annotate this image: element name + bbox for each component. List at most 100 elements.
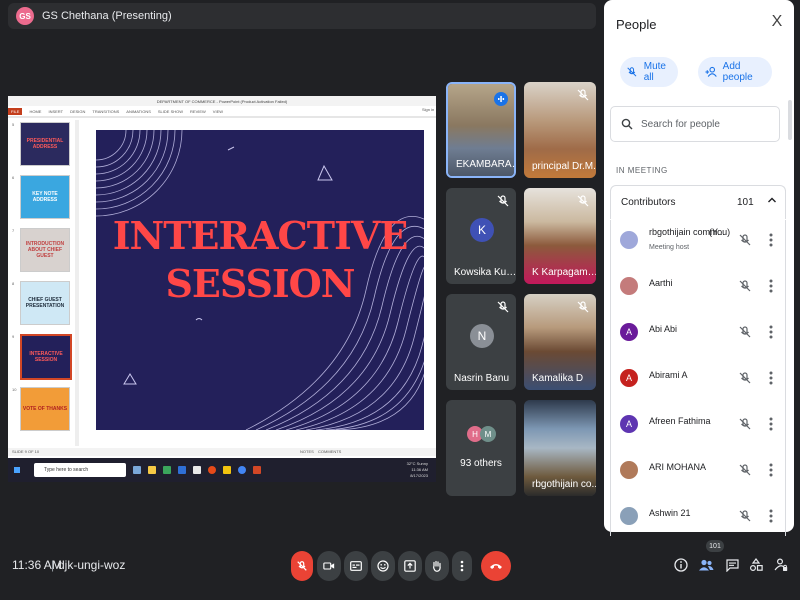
participant-tile[interactable]: Kamalika D xyxy=(524,294,596,390)
panel-scrollbar[interactable] xyxy=(788,100,792,140)
slide-title-line-1: INTERACTIVE xyxy=(112,213,409,258)
participant-tile[interactable]: N Nasrin Banu xyxy=(446,294,516,390)
people-panel: People X Mute all Add people Search for … xyxy=(604,0,794,536)
host-controls-button[interactable] xyxy=(772,556,790,574)
you-label: (You) xyxy=(709,227,731,237)
participant-name: Aarthi xyxy=(649,278,673,288)
close-icon[interactable]: X xyxy=(770,14,784,30)
thumbnail-number: 8 xyxy=(12,281,15,286)
mic-off-icon[interactable] xyxy=(738,509,752,523)
more-vertical-icon[interactable] xyxy=(764,369,778,387)
add-person-icon xyxy=(705,66,717,77)
slide-title-line-2: SESSION xyxy=(165,261,355,306)
ppt-notes-button: NOTES xyxy=(300,449,314,454)
raise-hand-button[interactable] xyxy=(425,551,449,581)
search-people-input[interactable]: Search for people xyxy=(610,106,780,142)
presenter-bar: GS GS Chethana (Presenting) xyxy=(8,3,596,29)
file-explorer-icon xyxy=(148,466,156,474)
ppt-comments-button: COMMENTS xyxy=(318,449,342,454)
ppt-ribbon-tab: VIEW xyxy=(212,108,224,114)
mic-off-icon[interactable] xyxy=(738,463,752,477)
participant-tile[interactable]: K Kowsika Kuma... xyxy=(446,188,516,284)
contributors-group-header[interactable]: Contributors 101 xyxy=(610,185,786,219)
mic-off-icon[interactable] xyxy=(738,325,752,339)
contributors-count: 101 xyxy=(737,197,754,208)
more-vertical-icon[interactable] xyxy=(764,415,778,433)
participant-row[interactable]: ARI MOHANA xyxy=(610,450,786,496)
more-vertical-icon[interactable] xyxy=(764,323,778,341)
mic-off-icon[interactable] xyxy=(738,371,752,385)
captions-button[interactable] xyxy=(344,551,368,581)
mic-off-icon[interactable] xyxy=(738,279,752,293)
more-vertical-icon[interactable] xyxy=(764,461,778,479)
camera-toggle-button[interactable] xyxy=(317,551,341,581)
mic-off-icon xyxy=(577,301,589,313)
people-button[interactable] xyxy=(697,556,715,574)
activities-icon xyxy=(749,558,763,572)
ppt-thumbnail-pane: 5 PRESIDENTIAL ADDRESS 6 KEY NOTE ADDRESS 7 I… xyxy=(12,120,74,446)
participant-name: Ashwin 21 xyxy=(649,508,691,518)
mic-off-icon[interactable] xyxy=(738,233,752,247)
participant-avatar xyxy=(620,277,638,295)
participant-row[interactable]: A Abirami A xyxy=(610,358,786,404)
mic-off-icon[interactable] xyxy=(738,417,752,431)
chat-icon xyxy=(725,558,739,572)
more-vertical-icon[interactable] xyxy=(764,231,778,249)
captions-icon xyxy=(350,561,362,571)
ppt-ribbon-tab: FILE xyxy=(8,107,23,115)
ppt-ribbon-tab: HOME xyxy=(29,108,42,114)
participant-tile[interactable]: rbgothijain co... xyxy=(524,400,596,496)
meeting-info-button[interactable] xyxy=(672,556,690,574)
participant-avatar: A xyxy=(620,323,638,341)
chevron-up-icon xyxy=(768,197,776,203)
chat-button[interactable] xyxy=(723,556,741,574)
ppt-slide-counter: SLIDE 9 OF 10 xyxy=(12,449,40,454)
mic-off-icon xyxy=(497,301,509,313)
participant-row[interactable]: rbgothijain comm... (You) Meeting host xyxy=(610,220,786,266)
present-button[interactable] xyxy=(398,551,422,581)
more-options-button[interactable] xyxy=(452,551,472,581)
participant-tile[interactable]: K Karpagambi... xyxy=(524,188,596,284)
mic-off-icon xyxy=(577,89,589,101)
taskbar-search: Type here to search xyxy=(34,463,126,477)
participant-row[interactable]: A Afreen Fathima xyxy=(610,404,786,450)
reactions-button[interactable] xyxy=(371,551,395,581)
add-people-button[interactable]: Add people xyxy=(698,57,772,87)
participant-name: Kamalika D xyxy=(532,373,584,384)
participant-avatar: A xyxy=(620,415,638,433)
emoji-icon xyxy=(377,560,389,572)
participant-tile[interactable]: principal Dr.M... xyxy=(524,82,596,178)
ppt-ribbon-tabs: FILE HOME INSERT DESIGN TRANSITIONS ANIMATION… xyxy=(8,106,436,116)
mute-all-button[interactable]: Mute all xyxy=(620,57,678,87)
meeting-separator: | xyxy=(51,558,55,572)
more-vertical-icon[interactable] xyxy=(764,277,778,295)
slide-thumbnail: INTERACTIVE SESSION xyxy=(20,334,72,380)
leave-call-button[interactable] xyxy=(481,551,511,581)
mic-off-icon xyxy=(577,195,589,207)
participant-row[interactable]: Ashwin 21 xyxy=(610,496,786,536)
lock-person-icon xyxy=(774,558,788,571)
participant-avatar xyxy=(620,231,638,249)
meeting-code: djk-ungi-woz xyxy=(58,558,126,572)
hand-icon xyxy=(433,560,441,572)
participant-avatar: N xyxy=(470,324,494,348)
thumbnail-number: 6 xyxy=(12,175,15,180)
others-tile[interactable]: H M 93 others xyxy=(446,400,516,496)
others-count: 93 others xyxy=(460,458,502,469)
participant-row[interactable]: A Abi Abi xyxy=(610,312,786,358)
participant-row[interactable]: Aarthi xyxy=(610,266,786,312)
participant-avatar: K xyxy=(470,218,494,242)
mic-off-icon xyxy=(297,561,307,571)
word-icon xyxy=(178,466,186,474)
activities-button[interactable] xyxy=(747,556,765,574)
more-vertical-icon[interactable] xyxy=(764,507,778,525)
participant-role: Meeting host xyxy=(649,244,690,251)
present-screen-icon xyxy=(404,560,416,572)
ppt-thumbnail-scrollbar xyxy=(75,120,79,446)
participant-name: principal Dr.M... xyxy=(532,161,596,172)
slide-thumbnail: KEY NOTE ADDRESS xyxy=(20,175,70,219)
microphone-toggle-button[interactable] xyxy=(291,551,313,581)
excel-icon xyxy=(163,466,171,474)
presenter-label: GS Chethana (Presenting) xyxy=(42,10,172,22)
participant-tile[interactable]: EKAMBARAM ... xyxy=(446,82,516,178)
